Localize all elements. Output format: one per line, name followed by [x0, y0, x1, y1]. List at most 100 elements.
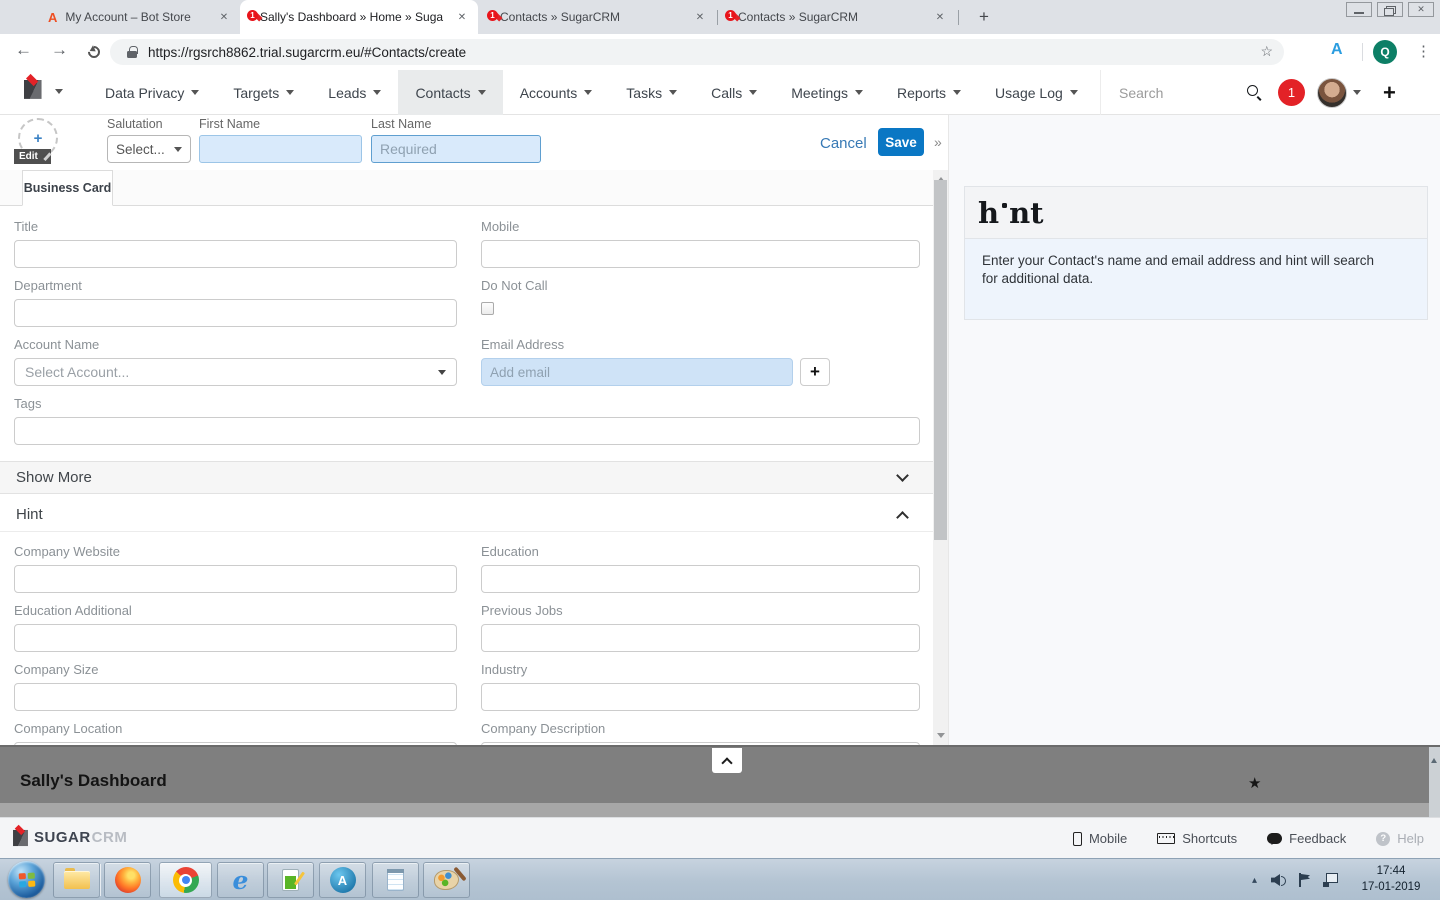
show-more-toggle[interactable]: Show More	[0, 461, 933, 494]
previous-jobs-input[interactable]	[481, 624, 920, 652]
bookmark-star-icon[interactable]: ☆	[1260, 43, 1273, 60]
action-center-flag-icon[interactable]	[1298, 873, 1311, 887]
browser-toolbar: ← → https://rgsrch8862.trial.sugarcrm.eu…	[0, 34, 1440, 70]
company-size-input[interactable]	[14, 683, 457, 711]
department-input[interactable]	[14, 299, 457, 327]
volume-icon[interactable]	[1271, 873, 1286, 887]
caret-down-icon	[953, 90, 962, 95]
mobile-label: Mobile	[481, 219, 520, 234]
account-name-select[interactable]: Select Account...	[14, 358, 457, 386]
taskbar-paint-button[interactable]	[423, 862, 470, 898]
network-icon[interactable]	[1323, 873, 1338, 887]
nav-item-usage-log[interactable]: Usage Log	[978, 70, 1095, 115]
title-input[interactable]	[14, 240, 457, 268]
scroll-down-arrow[interactable]	[936, 733, 945, 742]
education-input[interactable]	[481, 565, 920, 593]
restore-button[interactable]	[1377, 2, 1403, 17]
first-name-group: First Name	[199, 117, 362, 163]
tab-close-icon[interactable]: ✕	[216, 9, 232, 25]
taskbar-ie-button[interactable]: e	[217, 862, 264, 898]
taskbar-explorer-button[interactable]	[53, 862, 100, 898]
company-website-input[interactable]	[14, 565, 457, 593]
browser-tab-contacts-1[interactable]: 1 Contacts » SugarCRM ✕	[480, 0, 716, 34]
browser-tab-contacts-2[interactable]: 1 Contacts » SugarCRM ✕	[718, 0, 956, 34]
taskbar-clock[interactable]: 17:44 17-01-2019	[1348, 864, 1434, 895]
quick-create-icon[interactable]: +	[1383, 80, 1396, 106]
new-tab-button[interactable]: +	[972, 5, 996, 29]
form-scrollbar[interactable]	[933, 170, 948, 745]
browser-menu-icon[interactable]: ⋮	[1416, 42, 1431, 60]
hint-section-toggle[interactable]: Hint	[0, 498, 933, 532]
taskbar-chrome-button[interactable]	[159, 862, 212, 898]
tab-close-icon[interactable]: ✕	[454, 9, 470, 25]
taskbar-separator	[99, 864, 100, 896]
tab-business-card[interactable]: Business Card	[22, 170, 113, 206]
automation-anywhere-icon: A	[329, 867, 356, 893]
notification-badge[interactable]: 1	[1278, 79, 1305, 106]
minimize-button[interactable]	[1346, 2, 1372, 17]
add-email-button[interactable]: +	[800, 358, 830, 386]
industry-input[interactable]	[481, 683, 920, 711]
footer-shortcuts-link[interactable]: Shortcuts	[1157, 831, 1237, 846]
nav-item-contacts[interactable]: Contacts	[398, 70, 503, 115]
back-icon[interactable]: ←	[15, 40, 32, 60]
hint-widget-description: Enter your Contact's name and email addr…	[964, 239, 1428, 320]
start-button[interactable]	[8, 861, 45, 898]
avatar-caret-icon[interactable]	[1353, 90, 1361, 95]
taskbar-automation-anywhere-button[interactable]: A	[319, 862, 366, 898]
browser-tab-dashboard[interactable]: 1 Sally's Dashboard » Home » Suga ✕	[240, 0, 478, 34]
do-not-call-checkbox[interactable]	[481, 302, 494, 315]
tab-close-icon[interactable]: ✕	[932, 9, 948, 25]
collapse-drawer-button[interactable]	[712, 748, 742, 773]
automation-anywhere-favicon: A	[48, 9, 58, 25]
browser-tab-bot-store[interactable]: A My Account – Bot Store ✕	[36, 0, 240, 34]
first-name-input[interactable]	[199, 135, 362, 163]
dashboard-title: Sally's Dashboard	[20, 771, 167, 790]
save-button[interactable]: Save	[878, 128, 924, 156]
extension-icon[interactable]: A	[1331, 41, 1343, 59]
address-bar[interactable]: https://rgsrch8862.trial.sugarcrm.eu/#Co…	[110, 39, 1284, 65]
last-name-input[interactable]	[371, 135, 541, 163]
logo-caret-icon[interactable]	[55, 89, 63, 94]
tab-separator	[717, 10, 718, 25]
email-input[interactable]	[481, 358, 793, 386]
footer-feedback-link[interactable]: Feedback	[1267, 831, 1346, 846]
avatar-edit-label[interactable]: Edit	[14, 149, 51, 164]
help-icon: ?	[1376, 831, 1391, 846]
nav-item-calls[interactable]: Calls	[694, 70, 774, 115]
education-additional-input[interactable]	[14, 624, 457, 652]
search-icon[interactable]	[1247, 85, 1262, 100]
nav-item-accounts[interactable]: Accounts	[503, 70, 610, 115]
tags-input[interactable]	[14, 417, 920, 445]
mobile-input[interactable]	[481, 240, 920, 268]
nav-item-reports[interactable]: Reports	[880, 70, 978, 115]
close-button[interactable]: ✕	[1408, 2, 1434, 17]
taskbar-firefox-button[interactable]	[104, 862, 151, 898]
taskbar-notepadpp-button[interactable]	[267, 862, 314, 898]
taskbar-notepad-button[interactable]	[372, 862, 419, 898]
reload-icon[interactable]	[85, 43, 103, 61]
cancel-button[interactable]: Cancel	[820, 135, 867, 152]
footer-mobile-link[interactable]: Mobile	[1072, 831, 1127, 846]
footer-help-link[interactable]: ? Help	[1376, 831, 1424, 846]
tab-close-icon[interactable]: ✕	[692, 9, 708, 25]
header-overflow-icon[interactable]: »	[934, 134, 942, 150]
browser-profile-avatar[interactable]: Q	[1373, 40, 1397, 64]
user-avatar[interactable]	[1317, 77, 1347, 108]
nav-right-cluster: Search 1 +	[1100, 70, 1440, 115]
nav-item-meetings[interactable]: Meetings	[774, 70, 880, 115]
nav-item-data-privacy[interactable]: Data Privacy	[88, 70, 216, 115]
favorite-star-icon[interactable]: ★	[1248, 774, 1261, 792]
forward-icon[interactable]: →	[51, 40, 68, 60]
caret-down-icon	[174, 146, 182, 152]
page-scrollbar-fragment[interactable]	[1429, 747, 1440, 819]
tab-title: Sally's Dashboard » Home » Suga	[260, 10, 444, 24]
nav-item-tasks[interactable]: Tasks	[609, 70, 694, 115]
salutation-select[interactable]: Select...	[107, 135, 191, 163]
scrollbar-thumb[interactable]	[934, 180, 947, 540]
search-input[interactable]: Search	[1119, 85, 1239, 101]
sugarcrm-logo[interactable]	[24, 80, 42, 99]
tray-expand-icon[interactable]: ▴	[1252, 875, 1257, 886]
nav-item-leads[interactable]: Leads	[311, 70, 398, 115]
nav-item-targets[interactable]: Targets	[216, 70, 311, 115]
